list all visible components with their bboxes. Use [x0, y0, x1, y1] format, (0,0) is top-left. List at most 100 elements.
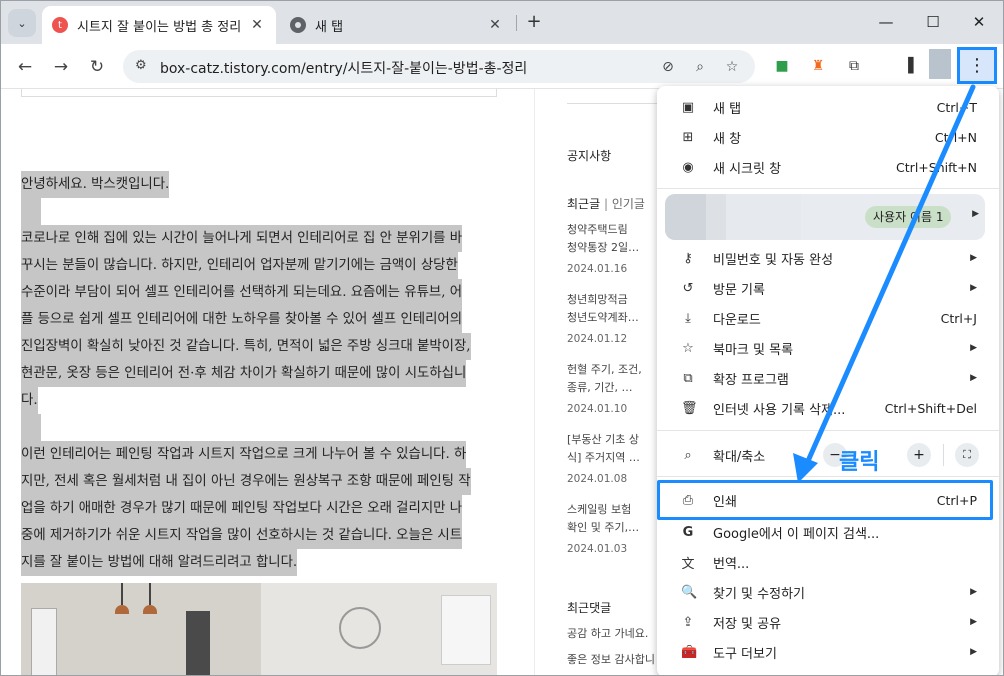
recent-tab[interactable]: 최근글 [567, 197, 600, 211]
tab-search-button[interactable]: ⌄ [8, 9, 36, 37]
post-title[interactable]: 청년도약계좌… [567, 309, 667, 327]
annotation-click-label: 클릭 [839, 450, 880, 475]
new-tab-button[interactable]: + [523, 12, 545, 34]
post-title[interactable]: 청약주택드림 [567, 221, 667, 239]
article-line: 꾸시는 분들이 많습니다. 하지만, 인테리어 업자분께 맡기기에는 금액이 상… [21, 252, 458, 279]
browser-window: ⌄ t 시트지 잘 붙이는 방법 총 정리 ✕ 새 탭 ✕ + — ☐ ✕ ← … [0, 0, 1004, 676]
tab-separator [516, 15, 517, 31]
menu-item-passwords[interactable]: ⚷ 비밀번호 및 자동 완성 ▶ [657, 243, 999, 273]
comment-item[interactable]: 공감 하고 가네요. [567, 625, 667, 643]
menu-item-clear-data[interactable]: 🗑 인터넷 사용 기록 삭제... Ctrl+Shift+Del [657, 393, 999, 423]
tab-active[interactable]: t 시트지 잘 붙이는 방법 총 정리 ✕ [42, 6, 276, 44]
menu-item-downloads[interactable]: ⤓ 다운로드 Ctrl+J [657, 303, 999, 333]
chevron-right-icon: ▶ [972, 209, 979, 219]
article-line: 업을 하기 애매한 경우가 많기 때문에 페인팅 작업보다 시간은 오래 걸리지… [21, 495, 463, 522]
star-icon: ☆ [682, 340, 694, 356]
back-button[interactable]: ← [12, 54, 38, 80]
translate-icon: 文 [681, 556, 695, 572]
menu-item-new-window[interactable]: ⊞ 새 창 Ctrl+N [657, 122, 999, 152]
tracking-off-icon[interactable]: ⊘ [657, 56, 679, 78]
menu-item-incognito[interactable]: ◉ 새 시크릿 창 Ctrl+Shift+N [657, 152, 999, 182]
post-date: 2024.01.03 [567, 543, 628, 555]
zoom-in-button[interactable]: + [907, 443, 931, 467]
chevron-right-icon: ▶ [970, 617, 977, 627]
chrome-icon [290, 17, 306, 33]
menu-item-translate[interactable]: 文 번역... [657, 547, 999, 577]
window-shape [441, 595, 491, 665]
door-shape [186, 611, 210, 675]
tab-new-tab[interactable]: 새 탭 ✕ [280, 6, 514, 44]
chrome-main-menu: ▣ 새 탭 Ctrl+T ⊞ 새 창 Ctrl+N ◉ 새 시크릿 창 Ctrl… [657, 86, 999, 675]
article-line: 지만, 전세 혹은 월세처럼 내 집이 아닌 경우에는 원상복구 조항 때문에 … [21, 468, 471, 495]
article-line: 안녕하세요. 박스캣입니다. [21, 171, 170, 198]
article-line: 지를 잘 붙이는 방법에 대해 알려드리려고 합니다. [21, 549, 298, 576]
reload-button[interactable]: ↻ [84, 54, 110, 80]
chevron-down-icon: ⌄ [17, 16, 27, 30]
incognito-icon: ◉ [682, 159, 694, 175]
forward-button[interactable]: → [48, 54, 74, 80]
post-title[interactable]: 청약통장 2일… [567, 239, 667, 257]
post-title[interactable]: 확인 및 주기,… [567, 519, 667, 537]
menu-item-save-share[interactable]: ⇪ 저장 및 공유 ▶ [657, 607, 999, 637]
column-divider [534, 89, 535, 675]
post-date: 2024.01.12 [567, 333, 628, 345]
close-icon[interactable]: ✕ [486, 17, 504, 33]
menu-profile-row[interactable]: 사용자 이름 1 ▶ [665, 194, 985, 240]
comment-item[interactable]: 좋은 정보 감사합니 [567, 651, 667, 669]
post-title[interactable]: 헌혈 주기, 조건, [567, 361, 667, 379]
zoom-separator [943, 444, 944, 466]
site-info-icon[interactable]: ⚙ [135, 58, 147, 73]
menu-item-new-tab[interactable]: ▣ 새 탭 Ctrl+T [657, 92, 999, 122]
article-line: 현관문, 옷장 등은 인테리어 전·후 체감 차이가 확실하기 때문에 많이 시… [21, 360, 467, 387]
recent-comments-heading: 최근댓글 [567, 601, 612, 615]
chevron-right-icon: ▶ [970, 343, 977, 353]
minimize-button[interactable]: — [874, 10, 898, 34]
post-title[interactable]: [부동산 기초 상 [567, 431, 667, 449]
profile-avatar[interactable] [929, 49, 951, 79]
post-title[interactable]: 식] 주거지역 … [567, 449, 667, 467]
url-text[interactable]: box-catz.tistory.com/entry/시트지-잘-붙이는-방법-… [160, 58, 527, 78]
extension-orange-icon[interactable]: ♜ [807, 55, 829, 77]
chrome-menu-button[interactable]: ⋮ [957, 47, 997, 84]
tab-title: 시트지 잘 붙이는 방법 총 정리 [77, 19, 242, 35]
chevron-right-icon: ▶ [970, 373, 977, 383]
wall-clock-shape [339, 607, 381, 649]
bookmark-star-icon[interactable]: ☆ [721, 56, 743, 78]
fullscreen-button[interactable]: ⛶ [955, 443, 979, 467]
article-line: 진입장벽이 확실히 낮아진 것 같습니다. 특히, 면적이 넓은 주방 싱크대 … [21, 333, 471, 360]
window-close-button[interactable]: ✕ [967, 10, 991, 34]
extension-green-icon[interactable]: ■ [771, 55, 793, 77]
history-icon: ↺ [682, 280, 694, 296]
menu-item-history[interactable]: ↺ 방문 기록 ▶ [657, 273, 999, 303]
article-line: 코로나로 인해 집에 있는 시간이 늘어나게 되면서 인테리어로 집 안 분위기… [21, 225, 463, 252]
notice-heading[interactable]: 공지사항 [567, 147, 611, 164]
popular-tab[interactable]: 인기글 [612, 197, 645, 211]
close-icon[interactable]: ✕ [248, 17, 266, 33]
article-blank-line [21, 414, 41, 441]
puzzle-icon[interactable]: ⧉ [843, 55, 865, 77]
new-window-icon: ⊞ [682, 129, 694, 145]
post-title[interactable]: 스케일링 보험 [567, 501, 667, 519]
article-body: 안녕하세요. 박스캣입니다. 코로나로 인해 집에 있는 시간이 늘어나게 되면… [21, 171, 497, 576]
menu-item-find-edit[interactable]: 🔍 찾기 및 수정하기 ▶ [657, 577, 999, 607]
menu-item-bookmarks[interactable]: ☆ 북마크 및 목록 ▶ [657, 333, 999, 363]
menu-separator [657, 188, 999, 189]
address-bar[interactable]: ⚙ box-catz.tistory.com/entry/시트지-잘-붙이는-방… [123, 50, 755, 83]
profile-blurred-area [665, 194, 801, 240]
menu-item-extensions[interactable]: ⧉ 확장 프로그램 ▶ [657, 363, 999, 393]
menu-item-google-search[interactable]: G Google에서 이 페이지 검색... [657, 517, 999, 547]
chevron-right-icon: ▶ [970, 283, 977, 293]
article-line: 중에 제거하기가 쉬운 시트지 작업을 많이 선호하시는 것 같습니다. 오늘은… [21, 522, 463, 549]
post-title[interactable]: 청년희망적금 [567, 291, 667, 309]
post-title[interactable]: 종류, 기간, … [567, 379, 667, 397]
side-panel-icon[interactable]: ▐ [897, 55, 919, 77]
menu-separator [657, 476, 999, 477]
menu-item-more-tools[interactable]: 🧰 도구 더보기 ▶ [657, 637, 999, 667]
profile-name-chip[interactable]: 사용자 이름 1 [865, 206, 952, 228]
chevron-right-icon: ▶ [970, 647, 977, 657]
print-highlight-box [657, 480, 993, 520]
maximize-button[interactable]: ☐ [921, 10, 945, 34]
article-line: 수준이라 부담이 되어 셀프 인테리어를 선택하게 되는데요. 요즘에는 유튜브… [21, 279, 463, 306]
tab-strip: ⌄ t 시트지 잘 붙이는 방법 총 정리 ✕ 새 탭 ✕ + — ☐ ✕ [1, 1, 1003, 44]
zoom-icon[interactable]: ⌕ [689, 56, 711, 78]
